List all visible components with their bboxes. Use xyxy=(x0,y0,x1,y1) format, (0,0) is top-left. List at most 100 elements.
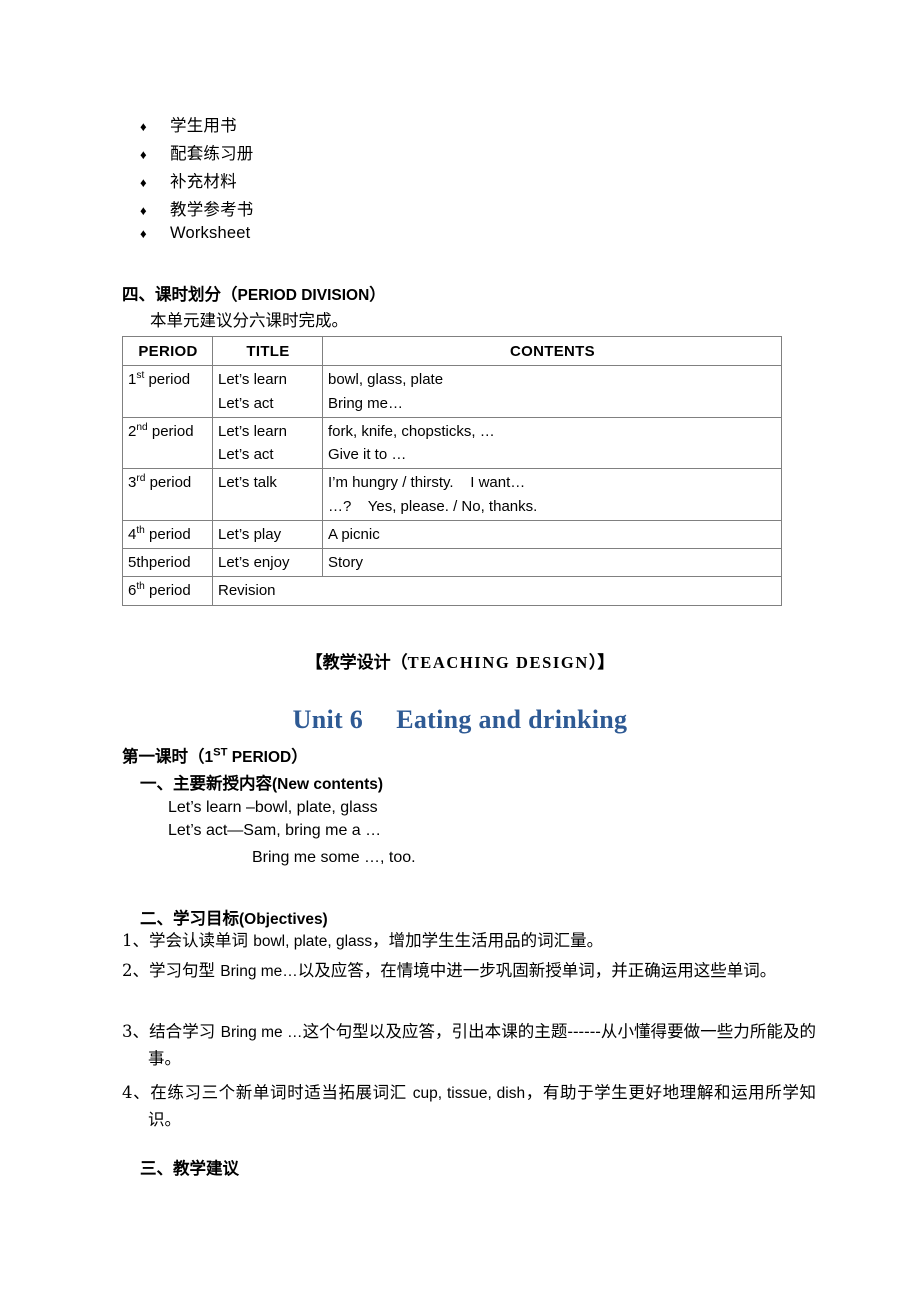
materials-bullet-list: ♦ 学生用书 ♦ 配套练习册 ♦ 补充材料 ♦ 教学参考书 ♦ Workshee… xyxy=(140,112,700,252)
list-item-label: 补充材料 xyxy=(170,172,237,191)
diamond-bullet-icon: ♦ xyxy=(140,147,147,162)
list-item: ♦ 教学参考书 xyxy=(140,196,700,224)
table-row: 3rd period Let’s talk I’m hungry / thirs… xyxy=(122,468,782,521)
list-item: ♦ 学生用书 xyxy=(140,112,700,140)
cell-line: Give it to … xyxy=(328,446,407,463)
cell-period: 4th period xyxy=(122,519,213,550)
list-item: ♦ 配套练习册 xyxy=(140,140,700,168)
table-row: 1st period Let’s learn Let’s act bowl, g… xyxy=(122,365,782,418)
period-number: 5th xyxy=(128,554,149,571)
first-period-num: 1 xyxy=(204,749,214,766)
list-item-label: 教学参考书 xyxy=(170,200,254,219)
objective-number: 3、 xyxy=(122,1022,150,1041)
paren-open: （ xyxy=(390,653,408,673)
cell-line: bowl, glass, plate xyxy=(328,371,444,389)
objective-number: 2、 xyxy=(122,961,149,980)
table-row: 5thperiod Let’s enjoy Story xyxy=(122,547,782,578)
section-heading-objectives: 二、学习目标(Objectives) xyxy=(140,905,328,929)
cell-line: Bring me… xyxy=(328,394,404,412)
objective-text: 以及应答，在情境中进一步巩固新授单词，并正确运用这些单词。 xyxy=(297,961,777,980)
section-heading-teaching-suggestions: 三、教学建议 xyxy=(140,1155,239,1179)
diamond-bullet-icon: ♦ xyxy=(140,175,147,190)
cell-line: Let’s talk xyxy=(218,474,277,492)
cell-line: Let’s learn xyxy=(218,422,287,440)
list-item: ♦ Worksheet xyxy=(140,224,700,252)
column-header-title: TITLE xyxy=(212,335,323,367)
objective-item-2: 2、学习句型 Bring me…以及应答，在情境中进一步巩固新授单词，并正确运用… xyxy=(122,958,816,985)
cell-line: Story xyxy=(328,554,364,571)
teaching-design-cn: 教学设计 xyxy=(322,653,391,673)
new-contents-line-3: Bring me some …, too. xyxy=(252,849,416,866)
cell-contents: I’m hungry / thirsty. I want… …? Yes, pl… xyxy=(322,468,782,521)
new-contents-line-1: Let’s learn –bowl, plate, glass xyxy=(168,799,378,816)
table-row: 6th period Revision xyxy=(122,576,782,606)
period-word: period xyxy=(144,582,191,600)
objective-item-3: 3、结合学习 Bring me …这个句型以及应答，引出本课的主题------从… xyxy=(122,1019,816,1072)
first-period-en: PERIOD xyxy=(227,749,292,766)
first-period-cn: 第一课时（ xyxy=(122,747,205,766)
cell-line: …? Yes, please. / No, thanks. xyxy=(328,497,538,515)
cell-period: 5thperiod xyxy=(122,547,213,578)
diamond-bullet-icon: ♦ xyxy=(140,203,147,218)
cell-line: A picnic xyxy=(328,525,380,543)
section-heading-cn: 二、学习目标 xyxy=(140,909,239,928)
section-heading-cn: 三、教学建议 xyxy=(140,1159,239,1178)
period-ordinal-suffix: th xyxy=(136,581,145,593)
diamond-bullet-icon: ♦ xyxy=(140,226,147,241)
first-period-heading: 第一课时（1ST PERIOD） xyxy=(122,743,308,767)
period-ordinal-suffix: th xyxy=(136,524,145,536)
cell-period: 2nd period xyxy=(122,416,213,470)
objective-text-en: Bring me… xyxy=(220,963,298,980)
first-period-close: ） xyxy=(291,747,308,766)
cell-title: Let’s learn Let’s act xyxy=(212,416,323,470)
objective-item-1: 1、学会认读单词 bowl, plate, glass，增加学生生活用品的词汇量… xyxy=(122,928,816,955)
cell-contents: bowl, glass, plate Bring me… xyxy=(322,365,782,418)
cell-title: Let’s play xyxy=(212,519,323,550)
cell-line: Let’s act xyxy=(218,446,274,463)
objective-text: 结合学习 xyxy=(149,1022,221,1041)
unit-title: Unit 6 Eating and drinking xyxy=(292,705,628,734)
new-contents-line-2: Let’s act—Sam, bring me a … xyxy=(168,822,382,839)
section-heading-cn: 四、课时划分（ xyxy=(122,285,238,304)
first-period-ordinal: ST xyxy=(213,746,228,759)
period-word: period xyxy=(144,371,191,389)
section-heading-close: ） xyxy=(369,285,386,304)
period-word: period xyxy=(147,422,194,440)
objective-text: 学会认读单词 xyxy=(149,931,254,950)
objective-number: 4、 xyxy=(122,1083,151,1102)
objective-number: 1、 xyxy=(122,931,149,950)
teaching-design-heading: 【教学设计（TEACHING DESIGN）】 xyxy=(0,648,920,673)
cell-line: Let’s enjoy xyxy=(218,554,290,571)
cell-line: Let’s learn xyxy=(218,371,287,389)
cell-title: Let’s learn Let’s act xyxy=(212,365,323,418)
objective-text-en: cup, tissue, dish xyxy=(412,1085,526,1102)
table-row: 2nd period Let’s learn Let’s act fork, k… xyxy=(122,416,782,470)
column-header-contents: CONTENTS xyxy=(322,335,782,367)
period-word: period xyxy=(145,474,192,492)
period-division-table: PERIOD TITLE CONTENTS 1st period Let’s l… xyxy=(122,335,782,606)
section-heading-cn: 一、主要新授内容 xyxy=(140,774,272,793)
list-item-label: Worksheet xyxy=(170,224,251,242)
cell-period: 1st period xyxy=(122,365,213,418)
cell-line: Let’s act xyxy=(218,394,274,412)
section-heading-en: PERIOD DIVISION xyxy=(237,287,370,304)
list-item-label: 配套练习册 xyxy=(170,144,254,163)
objective-item-4: 4、在练习三个新单词时适当拓展词汇 cup, tissue, dish，有助于学… xyxy=(122,1080,816,1133)
table-row: 4th period Let’s play A picnic xyxy=(122,519,782,550)
cell-contents: fork, knife, chopsticks, … Give it to … xyxy=(322,416,782,470)
cell-period: 3rd period xyxy=(122,468,213,521)
objective-text: 在练习三个新单词时适当拓展词汇 xyxy=(150,1083,413,1102)
section-heading-new-contents: 一、主要新授内容(New contents) xyxy=(140,770,383,794)
list-item-label: 学生用书 xyxy=(170,116,237,135)
teaching-design-en: TEACHING DESIGN xyxy=(407,653,589,672)
objective-text: 学习句型 xyxy=(149,961,221,980)
cell-period: 6th period xyxy=(122,576,213,606)
section-heading-en: (New contents) xyxy=(272,776,384,793)
objective-text: ，增加学生生活用品的词汇量。 xyxy=(372,931,604,950)
cell-line: I’m hungry / thirsty. I want… xyxy=(328,474,526,492)
period-word: period xyxy=(144,525,191,543)
cell-title: Let’s talk xyxy=(212,468,323,521)
period-division-intro: 本单元建议分六课时完成。 xyxy=(150,311,348,330)
bracket-open: 【 xyxy=(305,653,323,673)
diamond-bullet-icon: ♦ xyxy=(140,119,147,134)
